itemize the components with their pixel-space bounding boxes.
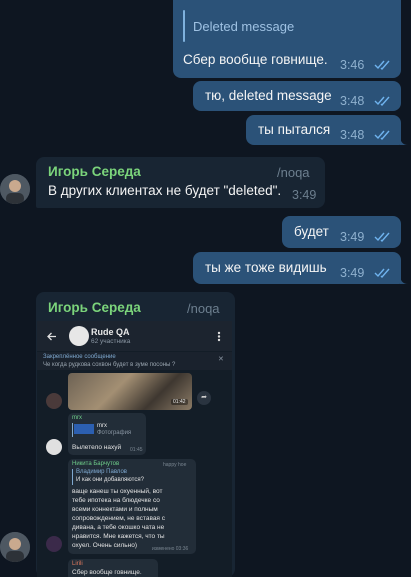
group-avatar bbox=[69, 326, 89, 346]
reply-quote-bar bbox=[72, 469, 73, 485]
reply-quote-bar bbox=[183, 10, 185, 42]
message-text: ты пытался bbox=[258, 122, 331, 137]
screenshot-text-line: ваще канеш ты охуенный, вот bbox=[72, 488, 163, 495]
message-text: В других клиентах не будет "deleted". bbox=[48, 183, 282, 198]
screenshot-text-line: тебе ипотека на блюдечке со bbox=[72, 497, 160, 504]
screenshot-message-text: Вылетело нахуй bbox=[72, 444, 122, 451]
screenshot-quote-label: Фотография bbox=[97, 430, 132, 436]
message-time: 3:49 bbox=[340, 266, 365, 280]
screenshot-sender: Никита Барчутов bbox=[72, 461, 120, 467]
avatar bbox=[46, 536, 62, 552]
quote-thumbnail bbox=[74, 424, 94, 434]
double-check-icon bbox=[374, 96, 390, 106]
screenshot-message-text: Сбер вообще говнище. bbox=[72, 569, 142, 576]
screenshot-chat-title: Rude QA bbox=[91, 327, 130, 337]
sender-badge: /noqa bbox=[187, 301, 220, 316]
avatar bbox=[46, 439, 62, 455]
person-photo-icon bbox=[0, 532, 30, 562]
double-check-icon bbox=[374, 60, 390, 70]
back-arrow-icon bbox=[47, 332, 56, 341]
screenshot-sender: Lirili bbox=[72, 561, 83, 567]
screenshot-text-line: охуел. Очень сильно) bbox=[72, 542, 138, 549]
reply-quote-text[interactable]: Deleted message bbox=[193, 19, 294, 34]
message-text: ты же тоже видишь bbox=[205, 260, 327, 275]
pinned-title: Закреплённое сообщение bbox=[43, 354, 116, 360]
screenshot-quote-text: И как они добавляются? bbox=[76, 477, 144, 483]
sender-badge: /noqa bbox=[277, 165, 310, 180]
message-time: 3:49 bbox=[340, 230, 365, 244]
screenshot-text-line: всеми коннектами и полным bbox=[72, 506, 158, 513]
screenshot-text-line: нравится. Мне кажется, что ты bbox=[72, 533, 165, 540]
double-check-icon bbox=[374, 268, 390, 278]
avatar bbox=[46, 393, 62, 409]
screenshot-text-line: дивана, а тебе окошко чата не bbox=[72, 524, 165, 531]
screenshot-chat-header bbox=[37, 321, 232, 351]
message-time: 3:48 bbox=[340, 128, 365, 142]
share-icon: ➦ bbox=[197, 391, 211, 405]
screenshot-sender: mrx bbox=[72, 415, 82, 421]
screenshot-message-time: 01:45 bbox=[130, 447, 143, 453]
video-duration: 01:42 bbox=[171, 399, 188, 405]
pinned-text: Че когда рудкова сохвон будет в зуме пос… bbox=[43, 362, 176, 368]
bubble-tail bbox=[400, 274, 408, 284]
screenshot-message-time: изменено 03:36 bbox=[152, 546, 189, 552]
sender-name[interactable]: Игорь Середа bbox=[48, 164, 141, 179]
screenshot-quote-name: mrx bbox=[97, 423, 107, 429]
screenshot-sender-badge: happy hoe bbox=[163, 462, 187, 468]
reply-quote-bar bbox=[72, 423, 73, 437]
screenshot-quote-name: Владимир Павлов bbox=[76, 469, 127, 475]
avatar[interactable] bbox=[0, 532, 30, 562]
message-text: Сбер вообще говнище. bbox=[183, 52, 328, 67]
sender-name[interactable]: Игорь Середа bbox=[48, 300, 141, 315]
close-icon: ✕ bbox=[218, 356, 224, 363]
screenshot-members: 62 участника bbox=[91, 338, 131, 345]
message-time: 3:48 bbox=[340, 94, 365, 108]
double-check-icon bbox=[374, 232, 390, 242]
person-photo-icon bbox=[0, 174, 30, 204]
message-text: будет bbox=[294, 224, 329, 239]
more-vertical-icon bbox=[217, 331, 221, 342]
avatar[interactable] bbox=[0, 174, 30, 204]
screenshot-text-line: сопровождением, не вставая с bbox=[72, 515, 166, 522]
message-time: 3:46 bbox=[340, 58, 365, 72]
screenshot-image[interactable]: Rude QA 62 участника Закреплённое сообще… bbox=[37, 321, 232, 577]
double-check-icon bbox=[374, 130, 390, 140]
message-text: тю, deleted message bbox=[205, 88, 332, 103]
message-time: 3:49 bbox=[292, 188, 317, 202]
bubble-tail bbox=[400, 135, 408, 145]
